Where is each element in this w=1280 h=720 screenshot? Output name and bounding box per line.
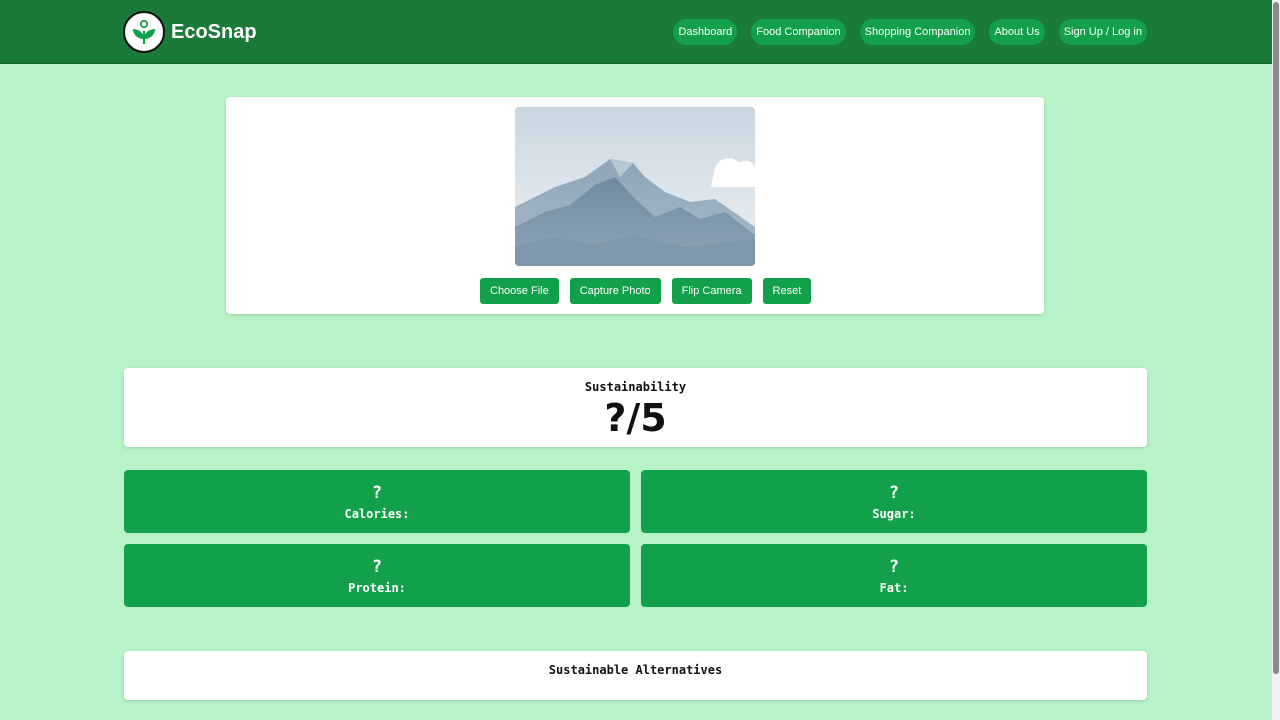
protein-value: ? bbox=[371, 557, 383, 577]
capture-photo-button[interactable]: Capture Photo bbox=[569, 278, 661, 304]
nav-food-companion[interactable]: Food Companion bbox=[751, 19, 846, 45]
sprout-logo-icon bbox=[123, 11, 165, 53]
image-preview bbox=[515, 107, 755, 266]
page-scrollbar[interactable] bbox=[1272, 0, 1280, 720]
brand-name: EcoSnap bbox=[171, 20, 257, 43]
image-upload-card: Choose File Capture Photo Flip Camera Re… bbox=[226, 97, 1044, 314]
protein-label: Protein: bbox=[348, 581, 406, 595]
calories-card: ? Calories: bbox=[124, 470, 630, 533]
fat-label: Fat: bbox=[879, 581, 909, 595]
sustainability-score-card: Sustainability ?/5 bbox=[124, 368, 1147, 447]
top-navbar: EcoSnap Dashboard Food Companion Shoppin… bbox=[0, 0, 1272, 64]
sugar-card: ? Sugar: bbox=[641, 470, 1147, 533]
mountain-placeholder-image bbox=[515, 107, 755, 266]
fat-card: ? Fat: bbox=[641, 544, 1147, 607]
nav-links: Dashboard Food Companion Shopping Compan… bbox=[673, 19, 1147, 45]
nav-shopping-companion[interactable]: Shopping Companion bbox=[859, 19, 976, 45]
choose-file-button[interactable]: Choose File bbox=[480, 278, 559, 304]
flip-camera-button[interactable]: Flip Camera bbox=[671, 278, 752, 304]
sustainability-label: Sustainability bbox=[584, 380, 687, 394]
fat-value: ? bbox=[888, 557, 900, 577]
sugar-value: ? bbox=[888, 483, 900, 503]
nav-dashboard[interactable]: Dashboard bbox=[673, 19, 738, 45]
nav-sign-up-log-in[interactable]: Sign Up / Log in bbox=[1058, 19, 1147, 45]
sustainability-score: ?/5 bbox=[604, 396, 667, 440]
reset-button[interactable]: Reset bbox=[762, 278, 812, 304]
calories-value: ? bbox=[371, 483, 383, 503]
protein-card: ? Protein: bbox=[124, 544, 630, 607]
sugar-label: Sugar: bbox=[872, 507, 916, 521]
nav-about-us[interactable]: About Us bbox=[989, 19, 1045, 45]
calories-label: Calories: bbox=[344, 507, 410, 521]
brand-logo-link[interactable]: EcoSnap bbox=[123, 11, 257, 53]
scrollbar-thumb[interactable] bbox=[1273, 2, 1279, 674]
sustainable-alternatives-title: Sustainable Alternatives bbox=[548, 663, 723, 677]
sustainable-alternatives-card: Sustainable Alternatives bbox=[124, 651, 1147, 700]
upload-button-row: Choose File Capture Photo Flip Camera Re… bbox=[480, 278, 812, 304]
